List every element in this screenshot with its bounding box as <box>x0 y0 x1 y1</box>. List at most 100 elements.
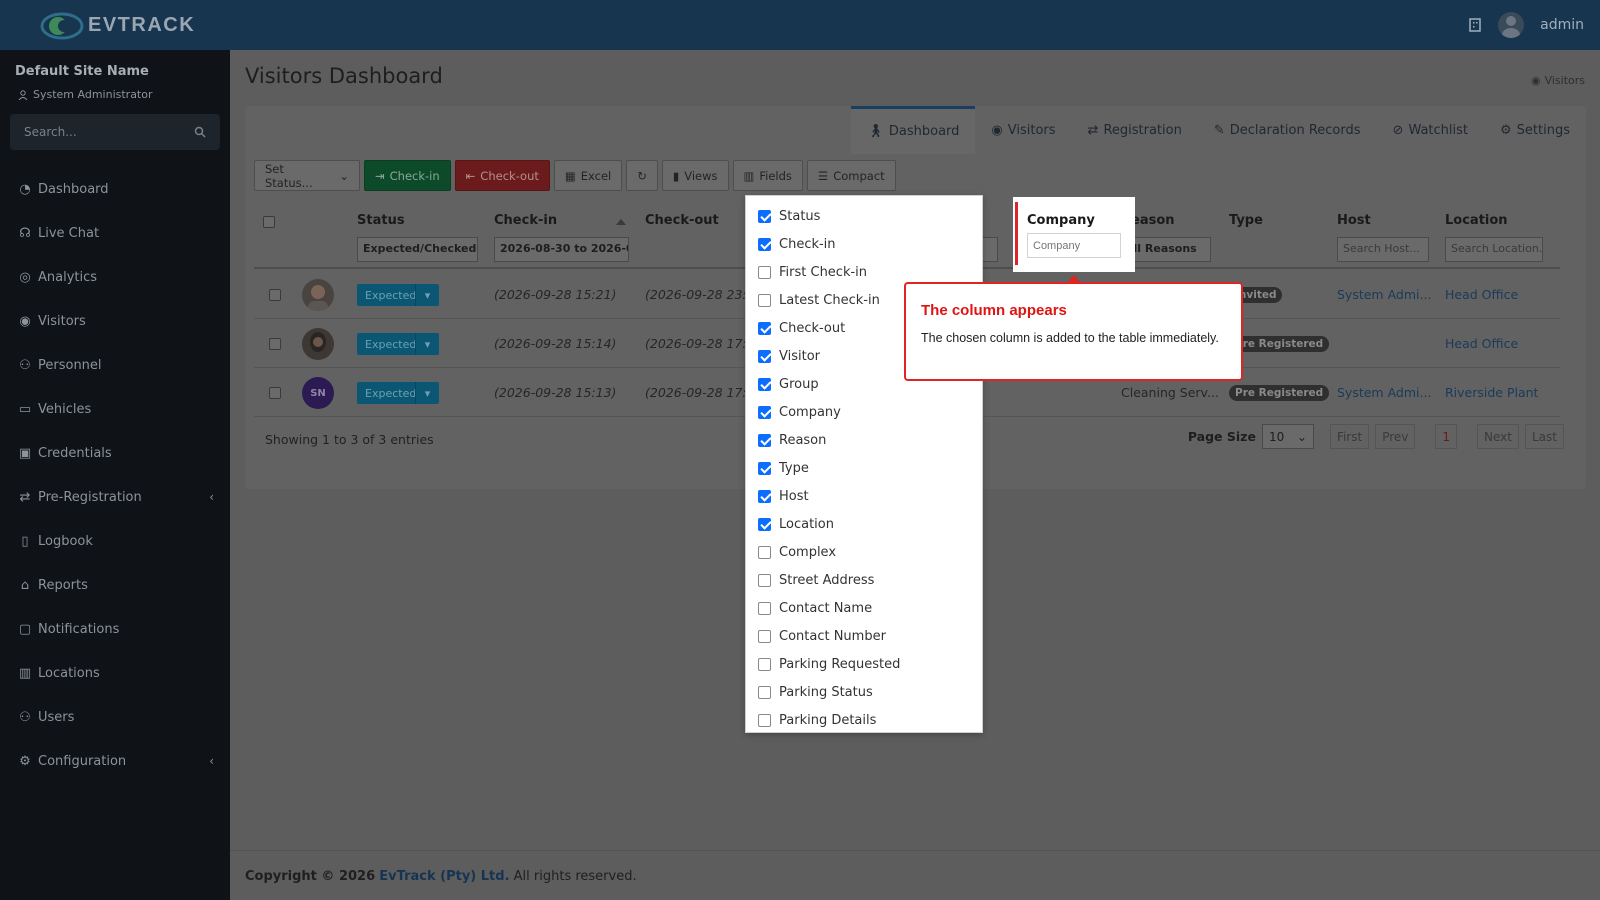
status-dropdown-button[interactable]: Expected ▾ <box>357 382 439 404</box>
row-checkbox[interactable] <box>269 289 281 301</box>
field-option-type[interactable]: Type <box>758 458 809 478</box>
column-host[interactable]: Host <box>1337 213 1371 228</box>
checkout-button[interactable]: ⇤ Check-out <box>454 160 550 191</box>
field-option-contact-number[interactable]: Contact Number <box>758 626 886 646</box>
sidebar-item-dashboard[interactable]: ◔ Dashboard <box>0 167 230 211</box>
tab-declaration-records[interactable]: ✎ Declaration Records <box>1198 106 1377 154</box>
username[interactable]: admin <box>1540 17 1584 33</box>
checkbox[interactable] <box>758 713 771 727</box>
column-location[interactable]: Location <box>1445 213 1508 228</box>
refresh-button[interactable]: ↻ <box>626 160 658 191</box>
compact-button[interactable]: ☰ Compact <box>806 160 896 191</box>
field-option-host[interactable]: Host <box>758 486 809 506</box>
checkbox[interactable] <box>758 237 771 251</box>
location-link[interactable]: Head Office <box>1445 336 1518 351</box>
checkbox[interactable] <box>758 405 771 419</box>
checkbox[interactable] <box>758 545 771 559</box>
field-option-location[interactable]: Location <box>758 514 834 534</box>
field-option-contact-name[interactable]: Contact Name <box>758 598 872 618</box>
sidebar-item-live-chat[interactable]: ☊ Live Chat <box>0 211 230 255</box>
field-option-complex[interactable]: Complex <box>758 542 836 562</box>
column-company[interactable]: Company <box>1027 213 1095 228</box>
host-link[interactable]: System Admi... <box>1337 287 1431 302</box>
select-all-checkbox[interactable] <box>263 216 275 228</box>
field-option-status[interactable]: Status <box>758 206 820 226</box>
excel-button[interactable]: ▦ Excel <box>553 160 623 191</box>
field-option-company[interactable]: Company <box>758 402 841 422</box>
field-option-checkin[interactable]: Check-in <box>758 234 836 254</box>
field-option-first-checkin[interactable]: First Check-in <box>758 262 867 282</box>
field-option-reason[interactable]: Reason <box>758 430 826 450</box>
building-icon[interactable] <box>1468 18 1482 32</box>
last-page-button[interactable]: Last <box>1525 424 1564 449</box>
field-option-group[interactable]: Group <box>758 374 819 394</box>
checkbox[interactable] <box>758 265 771 279</box>
tab-registration[interactable]: ⇄ Registration <box>1072 106 1198 154</box>
checkin-date-range[interactable]: 2026-08-30 to 2026-09-28 <box>494 237 629 262</box>
sidebar-item-analytics[interactable]: ◎ Analytics <box>0 255 230 299</box>
field-option-latest-checkin[interactable]: Latest Check-in <box>758 290 880 310</box>
checkin-button[interactable]: ⇥ Check-in <box>364 160 451 191</box>
field-option-parking-requested[interactable]: Parking Requested <box>758 654 900 674</box>
checkbox[interactable] <box>758 685 771 699</box>
row-checkbox[interactable] <box>269 338 281 350</box>
breadcrumb[interactable]: ◉ Visitors <box>1531 74 1585 87</box>
sidebar-item-users[interactable]: ⚇ Users <box>0 695 230 739</box>
location-link[interactable]: Head Office <box>1445 287 1518 302</box>
checkbox[interactable] <box>758 517 771 531</box>
prev-page-button[interactable]: Prev <box>1375 424 1416 449</box>
column-status[interactable]: Status <box>357 213 405 228</box>
checkbox[interactable] <box>758 209 771 223</box>
checkbox[interactable] <box>758 573 771 587</box>
status-filter[interactable]: Expected/Checked-in <box>357 237 478 262</box>
status-dropdown-button[interactable]: Expected ▾ <box>357 333 439 355</box>
column-checkin[interactable]: Check-in <box>494 213 557 228</box>
checkbox[interactable] <box>758 349 771 363</box>
checkbox[interactable] <box>758 489 771 503</box>
checkbox[interactable] <box>758 433 771 447</box>
sidebar-item-personnel[interactable]: ⚇ Personnel <box>0 343 230 387</box>
fields-button[interactable]: ▥ Fields <box>732 160 803 191</box>
checkbox[interactable] <box>758 629 771 643</box>
search-icon[interactable] <box>194 126 206 138</box>
next-page-button[interactable]: Next <box>1477 424 1519 449</box>
current-page-button[interactable]: 1 <box>1435 424 1458 449</box>
views-button[interactable]: ▮ Views <box>661 160 729 191</box>
column-checkout[interactable]: Check-out <box>645 213 719 228</box>
checkbox[interactable] <box>758 293 771 307</box>
field-option-parking-details[interactable]: Parking Details <box>758 710 876 730</box>
checkbox[interactable] <box>758 377 771 391</box>
brand[interactable]: EVTRACK <box>0 0 230 50</box>
host-link[interactable]: System Admi... <box>1337 385 1431 400</box>
first-page-button[interactable]: First <box>1329 424 1370 449</box>
company-filter-input[interactable] <box>1027 233 1121 258</box>
checkbox[interactable] <box>758 601 771 615</box>
sidebar-item-pre-registration[interactable]: ⇄ Pre-Registration ‹ <box>0 475 230 519</box>
checkbox[interactable] <box>758 461 771 475</box>
location-link[interactable]: Riverside Plant <box>1445 385 1538 400</box>
tab-visitors[interactable]: ◉ Visitors <box>975 106 1071 154</box>
user-avatar[interactable] <box>1498 12 1525 38</box>
checkbox[interactable] <box>758 657 771 671</box>
company-link[interactable]: EvTrack (Pty) Ltd. <box>379 869 509 884</box>
set-status-select[interactable]: Set Status... ⌄ <box>254 160 360 191</box>
sidebar-item-credentials[interactable]: ▣ Credentials <box>0 431 230 475</box>
sidebar-item-reports[interactable]: ⌂ Reports <box>0 563 230 607</box>
sidebar-item-vehicles[interactable]: ▭ Vehicles <box>0 387 230 431</box>
field-option-street-address[interactable]: Street Address <box>758 570 874 590</box>
sidebar-item-configuration[interactable]: ⚙ Configuration ‹ <box>0 739 230 783</box>
sidebar-item-locations[interactable]: ▥ Locations <box>0 651 230 695</box>
tab-watchlist[interactable]: ⊘ Watchlist <box>1377 106 1484 154</box>
page-size-select[interactable]: 10 ⌄ <box>1261 424 1314 449</box>
sidebar-search-input[interactable] <box>10 114 190 150</box>
row-checkbox[interactable] <box>269 387 281 399</box>
checkbox[interactable] <box>758 321 771 335</box>
sidebar-item-notifications[interactable]: ▢ Notifications <box>0 607 230 651</box>
field-option-visitor[interactable]: Visitor <box>758 346 820 366</box>
field-option-checkout[interactable]: Check-out <box>758 318 845 338</box>
field-option-parking-status[interactable]: Parking Status <box>758 682 873 702</box>
sidebar-item-visitors[interactable]: ◉ Visitors <box>0 299 230 343</box>
column-type[interactable]: Type <box>1229 213 1263 228</box>
sidebar-item-logbook[interactable]: ▯ Logbook <box>0 519 230 563</box>
status-dropdown-button[interactable]: Expected ▾ <box>357 284 439 306</box>
